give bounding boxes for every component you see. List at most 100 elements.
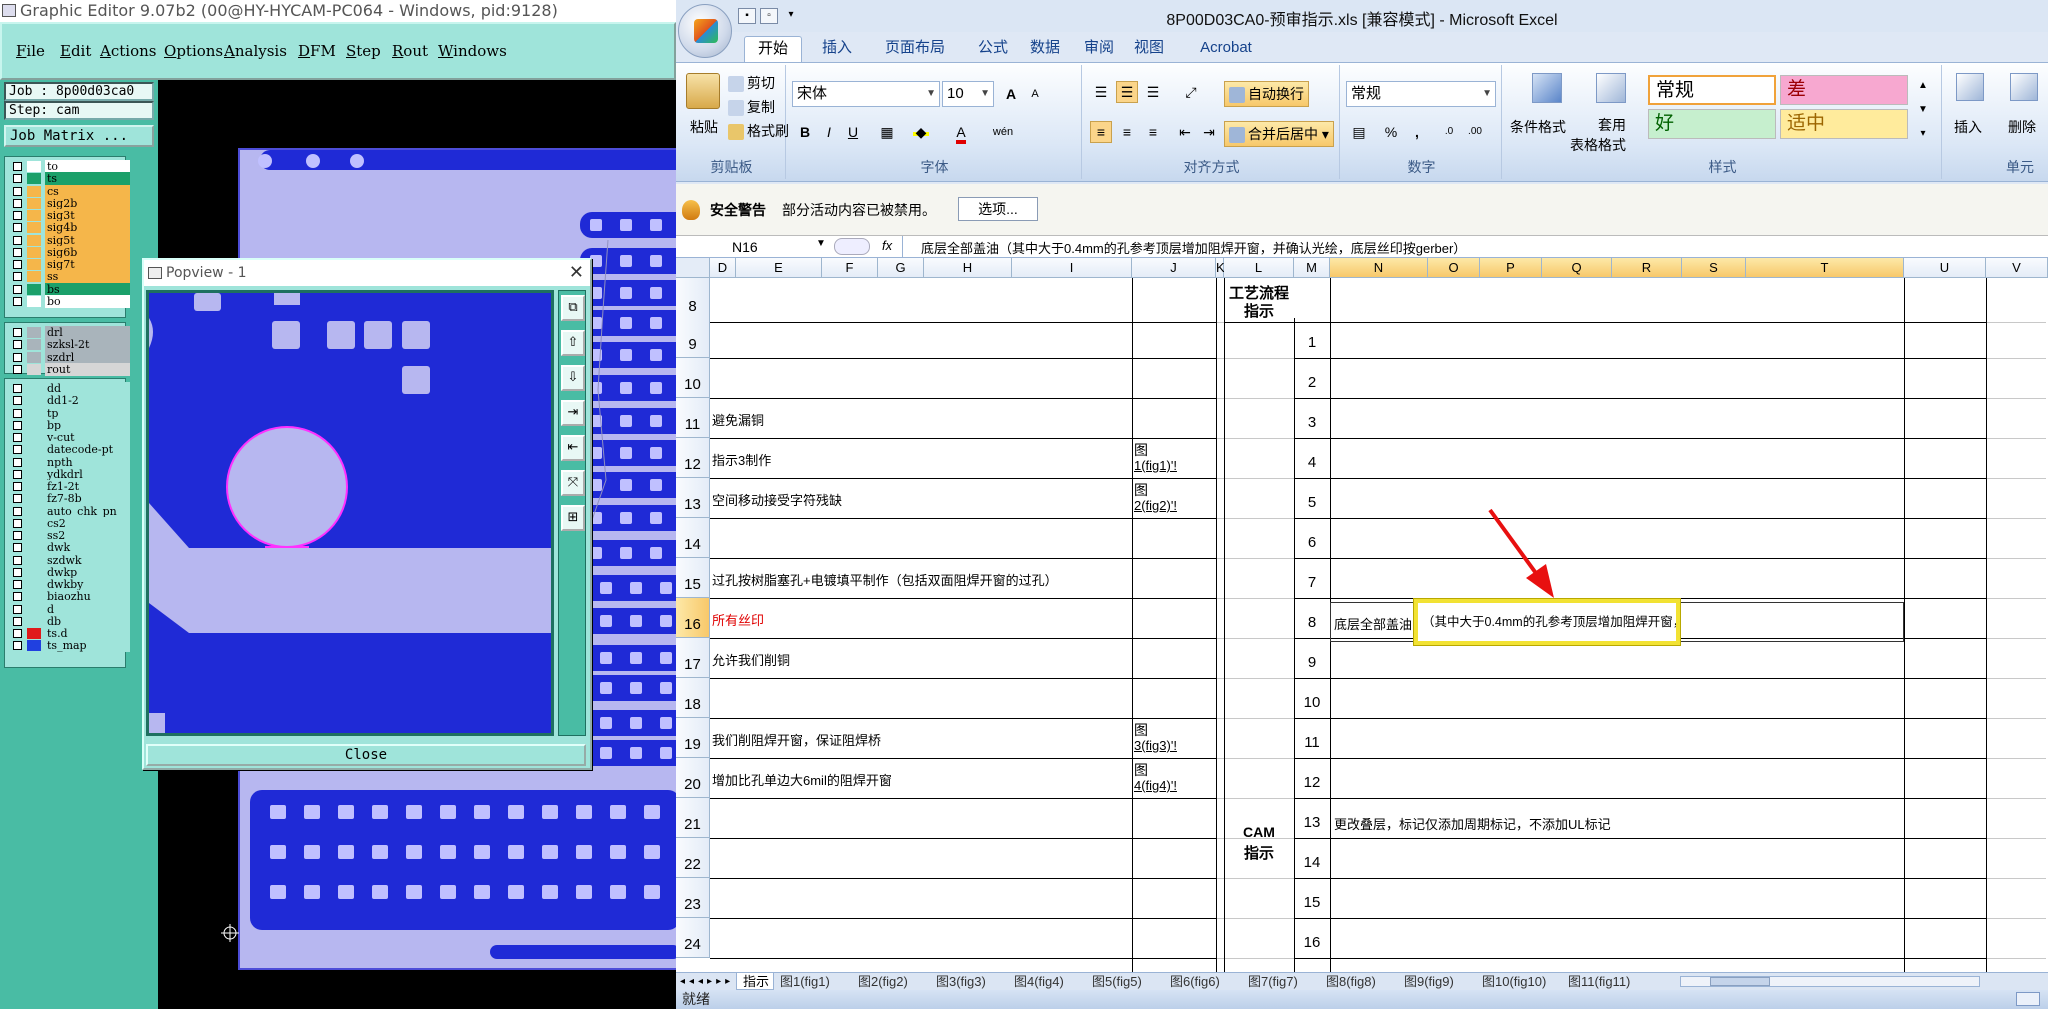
layer-row[interactable]: v-cut bbox=[7, 431, 130, 444]
ribbon-tab[interactable]: 视图 bbox=[1126, 36, 1172, 62]
column-header[interactable]: D bbox=[710, 258, 736, 278]
phonetic-button[interactable]: wén bbox=[988, 121, 1018, 143]
font-size-select[interactable]: 10 ▼ bbox=[942, 81, 994, 107]
layer-row[interactable]: szksl-2t bbox=[7, 338, 130, 352]
row-header[interactable]: 22 bbox=[676, 838, 710, 878]
style-normal[interactable]: 常规 bbox=[1648, 75, 1776, 105]
row-header[interactable]: 20 bbox=[676, 758, 710, 798]
step-number[interactable]: 16 bbox=[1294, 934, 1330, 951]
style-neutral[interactable]: 适中 bbox=[1780, 109, 1908, 139]
popview-close-icon[interactable]: ✕ bbox=[569, 263, 584, 283]
security-options-button[interactable]: 选项... bbox=[958, 197, 1038, 221]
cell-text[interactable]: 空间移动接受字符残缺 bbox=[712, 490, 1130, 509]
layer-checkbox[interactable] bbox=[13, 555, 22, 565]
layer-row[interactable]: ydkdrl bbox=[7, 467, 130, 481]
popview-titlebar[interactable]: Popview - 1 ✕ bbox=[144, 260, 590, 286]
layer-checkbox[interactable] bbox=[13, 296, 22, 306]
sheet-tab[interactable]: 图5(fig5) bbox=[1086, 973, 1164, 990]
layer-row[interactable]: biaozhu bbox=[7, 590, 130, 604]
sheet-tab[interactable]: 图11(fig11) bbox=[1562, 973, 1646, 990]
sheet-tab[interactable]: 图2(fig2) bbox=[852, 973, 930, 990]
layer-checkbox[interactable] bbox=[13, 247, 22, 257]
layer-checkbox[interactable] bbox=[13, 408, 22, 418]
cell-text[interactable]: 指示3制作 bbox=[712, 450, 1130, 469]
column-header[interactable]: F bbox=[822, 258, 878, 278]
step-number[interactable]: 4 bbox=[1294, 454, 1330, 471]
sheet-nav-arrows-icon[interactable]: ◂◂◂▸▸▸ bbox=[680, 973, 734, 990]
styles-more-icon[interactable]: ▾ bbox=[1914, 123, 1932, 145]
decrease-indent-button[interactable]: ⇤ bbox=[1174, 121, 1196, 143]
row-header[interactable]: 8 bbox=[676, 278, 710, 322]
merge-center-button[interactable]: 合并后居中 ▾ bbox=[1224, 121, 1334, 147]
ge-menu-item[interactable]: Step bbox=[346, 42, 381, 60]
layer-row[interactable]: sig2b bbox=[7, 196, 130, 210]
row-header[interactable]: 23 bbox=[676, 878, 710, 918]
ge-titlebar[interactable]: Graphic Editor 9.07b2 (00@HY-HYCAM-PC064… bbox=[0, 0, 676, 22]
layer-row[interactable]: dd bbox=[7, 382, 130, 395]
layer-row[interactable]: sig5t bbox=[7, 233, 130, 247]
fig-ref-link[interactable]: 2(fig2)'! bbox=[1134, 498, 1216, 513]
row-header[interactable]: 10 bbox=[676, 358, 710, 398]
fig-ref-link[interactable]: 4(fig4)'! bbox=[1134, 778, 1216, 793]
step-number[interactable]: 11 bbox=[1294, 734, 1330, 751]
layer-row[interactable]: ts_map bbox=[7, 639, 130, 653]
cell-text[interactable]: 避免漏铜 bbox=[712, 410, 1130, 429]
styles-scroll-up-icon[interactable]: ▲ bbox=[1914, 75, 1932, 97]
comma-button[interactable]: , bbox=[1406, 121, 1428, 143]
row-header[interactable]: 24 bbox=[676, 918, 710, 958]
fig-ref-line1[interactable]: 图 bbox=[1134, 720, 1148, 740]
column-header[interactable]: N bbox=[1330, 258, 1428, 278]
underline-button[interactable]: U bbox=[842, 121, 864, 143]
job-matrix-button[interactable]: Job Matrix ... bbox=[4, 125, 154, 147]
border-button[interactable]: ▦ bbox=[876, 121, 898, 143]
column-header[interactable]: G bbox=[878, 258, 924, 278]
layer-row[interactable]: ts.d bbox=[7, 627, 130, 640]
layer-row[interactable]: dwkby bbox=[7, 578, 130, 591]
step-number[interactable]: 1 bbox=[1294, 334, 1330, 351]
ribbon-tab[interactable]: Acrobat bbox=[1186, 36, 1266, 62]
fig-ref-line1[interactable]: 图 bbox=[1134, 440, 1148, 460]
row-header[interactable]: 19 bbox=[676, 718, 710, 758]
horizontal-scroll-thumb[interactable] bbox=[1710, 977, 1770, 986]
layer-row[interactable]: drl bbox=[7, 326, 130, 339]
column-header[interactable]: K bbox=[1216, 258, 1225, 278]
layer-row[interactable]: ss bbox=[7, 270, 130, 284]
normal-view-icon[interactable] bbox=[2016, 992, 2040, 1006]
align-center-button[interactable]: ≡ bbox=[1116, 121, 1138, 143]
layer-checkbox[interactable] bbox=[13, 211, 22, 220]
font-color-button[interactable]: A bbox=[950, 121, 972, 144]
layer-row[interactable]: szdwk bbox=[7, 553, 130, 567]
fig-ref-line1[interactable]: 图 bbox=[1134, 760, 1148, 780]
layer-row[interactable]: npth bbox=[7, 455, 130, 469]
step-number[interactable]: 9 bbox=[1294, 654, 1330, 671]
step-number[interactable]: 3 bbox=[1294, 414, 1330, 431]
paste-button[interactable]: 粘贴 bbox=[690, 117, 718, 137]
layer-row[interactable]: cs2 bbox=[7, 516, 130, 530]
delete-cells-button[interactable]: 删除 bbox=[2008, 117, 2036, 137]
layer-row[interactable]: szdrl bbox=[7, 350, 130, 364]
layer-checkbox[interactable] bbox=[13, 420, 22, 430]
layer-checkbox[interactable] bbox=[13, 340, 22, 350]
layer-checkbox[interactable] bbox=[13, 396, 22, 406]
layer-checkbox[interactable] bbox=[13, 174, 22, 184]
layer-row[interactable]: bs bbox=[7, 282, 130, 296]
layer-row[interactable]: auto_chk_pn bbox=[7, 504, 130, 518]
layer-row[interactable]: ss2 bbox=[7, 529, 130, 542]
layer-row[interactable]: dwkp bbox=[7, 565, 130, 579]
align-bottom-button[interactable]: ☰ bbox=[1142, 81, 1164, 103]
layer-checkbox[interactable] bbox=[13, 469, 22, 479]
wrap-text-button[interactable]: 自动换行 bbox=[1224, 81, 1309, 107]
cut-button[interactable]: 剪切 bbox=[728, 73, 775, 93]
layer-row[interactable]: dd1-2 bbox=[7, 394, 130, 408]
ge-menu-item[interactable]: DFM bbox=[298, 42, 336, 60]
sheet-tab[interactable]: 图6(fig6) bbox=[1164, 973, 1242, 990]
ge-menu-item[interactable]: Analysis bbox=[224, 42, 287, 60]
fig-ref-link[interactable]: 3(fig3)'! bbox=[1134, 738, 1216, 753]
layer-checkbox[interactable] bbox=[13, 328, 22, 337]
layer-checkbox[interactable] bbox=[13, 352, 22, 362]
layer-checkbox[interactable] bbox=[13, 445, 22, 455]
ribbon-tab[interactable]: 开始 bbox=[744, 36, 802, 62]
popview-canvas[interactable] bbox=[146, 290, 554, 736]
column-header[interactable]: O bbox=[1428, 258, 1480, 278]
popview-tool-icon[interactable]: ⤧ bbox=[561, 470, 585, 496]
